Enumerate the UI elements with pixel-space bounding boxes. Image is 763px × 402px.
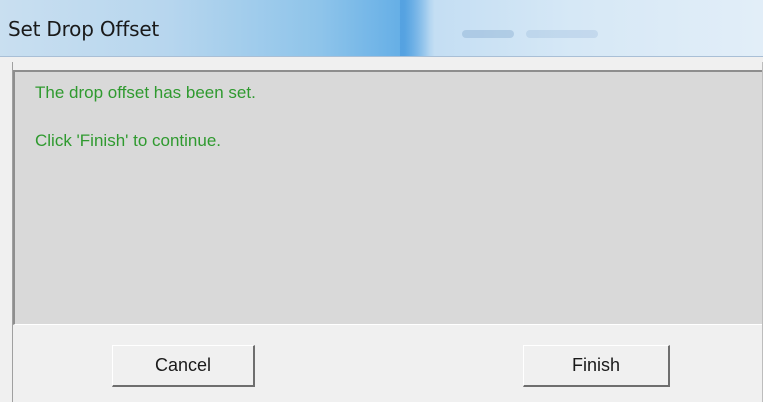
message-panel: The drop offset has been set. Click 'Fin… bbox=[13, 70, 762, 325]
background-window-ghost bbox=[462, 30, 514, 38]
dialog-title: Set Drop Offset bbox=[8, 17, 160, 41]
finish-button[interactable]: Finish bbox=[523, 345, 670, 387]
title-bar-glow bbox=[400, 0, 430, 56]
set-drop-offset-dialog: Set Drop Offset The drop offset has been… bbox=[0, 0, 763, 402]
status-message: The drop offset has been set. bbox=[35, 83, 256, 102]
instruction-message: Click 'Finish' to continue. bbox=[35, 131, 222, 150]
background-window-ghost bbox=[526, 30, 598, 38]
title-bar[interactable]: Set Drop Offset bbox=[0, 0, 763, 57]
cancel-button[interactable]: Cancel bbox=[112, 345, 255, 387]
